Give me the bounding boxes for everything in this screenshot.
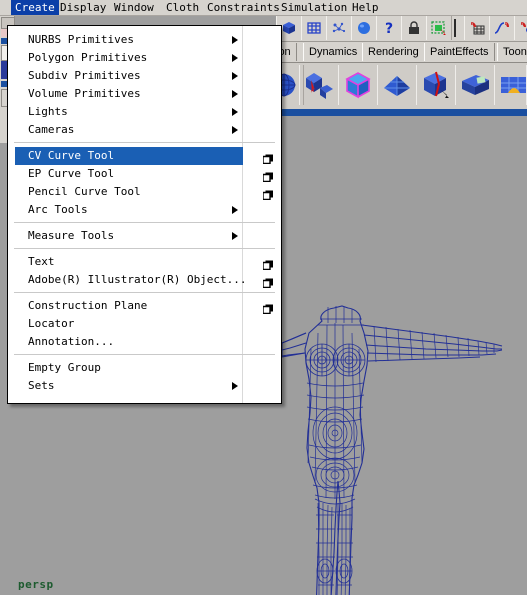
menu-item-sets[interactable]: Sets: [8, 377, 281, 395]
poly-cube-extract-icon[interactable]: [299, 65, 339, 105]
menu-item-lights[interactable]: Lights: [8, 103, 281, 121]
menu-item-cv-curve-tool[interactable]: CV Curve Tool: [8, 147, 281, 165]
menu-help[interactable]: Help: [348, 0, 383, 15]
menu-simulation[interactable]: Simulation: [277, 0, 351, 15]
submenu-arrow-icon: [232, 54, 238, 62]
menu-item-label: Adobe(R) Illustrator(R) Object...: [28, 273, 247, 286]
menu-item-cameras[interactable]: Cameras: [8, 121, 281, 139]
submenu-arrow-icon: [232, 232, 238, 240]
menu-item-annotation[interactable]: Annotation...: [8, 333, 281, 351]
menu-item-label: NURBS Primitives: [28, 33, 134, 46]
menu-item-subdiv-primitives[interactable]: Subdiv Primitives: [8, 67, 281, 85]
lattice-icon[interactable]: [301, 16, 327, 40]
menu-item-label: Cameras: [28, 123, 75, 136]
menu-item-label: Text: [28, 255, 55, 268]
snap-grid-icon[interactable]: [464, 16, 490, 40]
menu-separator: [14, 248, 275, 249]
lock-icon[interactable]: [401, 16, 427, 40]
create-menu-item-list: NURBS Primitives Polygon Primitives Subdiv…: [8, 26, 281, 395]
create-menu-panel: NURBS Primitives Polygon Primitives Subdiv…: [8, 26, 281, 403]
shelf-icon-row: [276, 63, 527, 109]
main-menu-bar: Create Display Window Cloth Constraints …: [0, 0, 527, 16]
poly-split-icon[interactable]: [416, 65, 456, 105]
submenu-arrow-icon: [232, 206, 238, 214]
menu-item-volume-primitives[interactable]: Volume Primitives: [8, 85, 281, 103]
menu-separator: [14, 222, 275, 223]
svg-text:?: ?: [385, 21, 393, 37]
shelf-bottom-border: [276, 109, 527, 113]
toolbar-separator: [454, 19, 456, 37]
submenu-arrow-icon: [232, 72, 238, 80]
option-box-icon[interactable]: [262, 257, 274, 271]
menu-item-pencil-curve-tool[interactable]: Pencil Curve Tool: [8, 183, 281, 201]
submenu-arrow-icon: [232, 36, 238, 44]
menu-item-label: Construction Plane: [28, 299, 148, 312]
menu-item-label: Sets: [28, 379, 55, 392]
help-question-icon[interactable]: ?: [376, 16, 402, 40]
sphere-icon[interactable]: [351, 16, 377, 40]
toolbars-region: ? ion Dynamics Rendering PaintEffects To…: [276, 15, 527, 113]
poly-bridge-icon[interactable]: [494, 65, 527, 105]
menu-item-label: EP Curve Tool: [28, 167, 115, 180]
viewport-camera-label: persp: [18, 578, 54, 591]
menu-item-polygon-primitives[interactable]: Polygon Primitives: [8, 49, 281, 67]
menu-separator: [14, 142, 275, 143]
status-line-toolbar: ?: [276, 15, 527, 42]
snap-curve-icon[interactable]: [489, 16, 515, 40]
menu-item-label: Volume Primitives: [28, 87, 141, 100]
menu-item-label: Polygon Primitives: [28, 51, 148, 64]
menu-item-arc-tools[interactable]: Arc Tools: [8, 201, 281, 219]
menu-item-label: Subdiv Primitives: [28, 69, 141, 82]
tab-dynamics[interactable]: Dynamics: [303, 43, 364, 61]
menu-item-label: Pencil Curve Tool: [28, 185, 141, 198]
menu-item-label: Annotation...: [28, 335, 115, 348]
menu-item-label: Measure Tools: [28, 229, 115, 242]
wireframe-character-model[interactable]: [282, 303, 508, 595]
menu-create[interactable]: Create: [11, 0, 59, 15]
poly-face-icon[interactable]: [455, 65, 495, 105]
option-box-icon[interactable]: [262, 301, 274, 315]
shelf-tab-row: ion Dynamics Rendering PaintEffects Toon: [276, 42, 527, 63]
menu-item-empty-group[interactable]: Empty Group: [8, 359, 281, 377]
menu-item-label: Empty Group: [28, 361, 101, 374]
menu-separator: [14, 354, 275, 355]
poly-cube-magenta-icon[interactable]: [338, 65, 378, 105]
option-box-icon[interactable]: [262, 187, 274, 201]
menu-item-nurbs-primitives[interactable]: NURBS Primitives: [8, 31, 281, 49]
option-box-icon[interactable]: [262, 151, 274, 165]
menu-item-label: Locator: [28, 317, 75, 330]
poly-pyramid-icon[interactable]: [377, 65, 417, 105]
menu-item-text[interactable]: Text: [8, 253, 281, 271]
maya-application-window: persp 飞特网 fevte.com: [0, 0, 527, 595]
menu-item-label: CV Curve Tool: [28, 149, 115, 162]
submenu-arrow-icon: [232, 382, 238, 390]
select-region-icon[interactable]: [426, 16, 452, 40]
menu-item-adobe-r-illustrator-r-object[interactable]: Adobe(R) Illustrator(R) Object...: [8, 271, 281, 289]
menu-cloth[interactable]: Cloth: [162, 0, 203, 15]
menu-item-label: Lights: [28, 105, 68, 118]
submenu-arrow-icon: [232, 90, 238, 98]
menu-item-measure-tools[interactable]: Measure Tools: [8, 227, 281, 245]
menu-display[interactable]: Display: [56, 0, 110, 15]
option-box-icon[interactable]: [262, 169, 274, 183]
create-menu-dropdown[interactable]: NURBS Primitives Polygon Primitives Subdiv…: [7, 25, 282, 404]
menu-constraints[interactable]: Constraints: [203, 0, 284, 15]
menu-window[interactable]: Window: [110, 0, 158, 15]
menu-item-construction-plane[interactable]: Construction Plane: [8, 297, 281, 315]
tab-toon[interactable]: Toon: [497, 43, 527, 61]
menu-item-label: Arc Tools: [28, 203, 88, 216]
particles-icon[interactable]: [326, 16, 352, 40]
option-box-icon[interactable]: [262, 275, 274, 289]
menu-item-locator[interactable]: Locator: [8, 315, 281, 333]
wireframe-svg: [282, 305, 503, 595]
tab-rendering[interactable]: Rendering: [362, 43, 425, 61]
tab-painteffects[interactable]: PaintEffects: [424, 43, 495, 61]
menu-item-ep-curve-tool[interactable]: EP Curve Tool: [8, 165, 281, 183]
menu-separator: [14, 292, 275, 293]
submenu-arrow-icon: [232, 108, 238, 116]
snap-point-icon[interactable]: [514, 16, 527, 40]
submenu-arrow-icon: [232, 126, 238, 134]
